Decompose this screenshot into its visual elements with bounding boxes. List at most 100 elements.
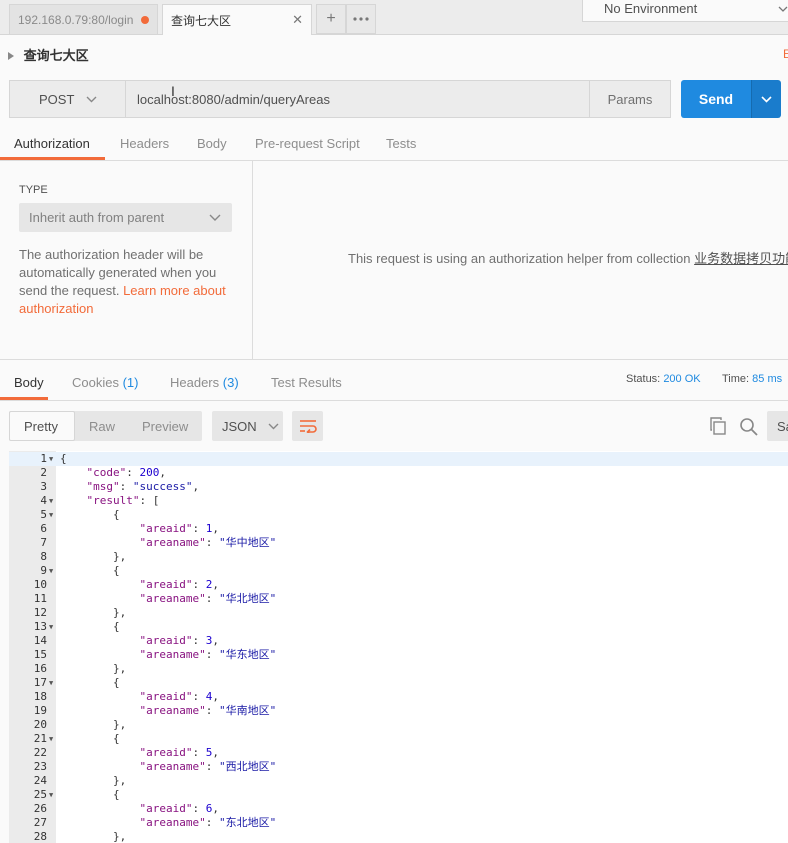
- line-number: 18: [33, 690, 47, 703]
- request-name[interactable]: 查询七大区: [8, 45, 89, 64]
- code-text: {: [60, 676, 120, 689]
- chevron-down-icon: [86, 96, 97, 102]
- fold-arrow-icon[interactable]: ▼: [49, 508, 53, 522]
- code-text: "areaid": 4,: [139, 690, 219, 703]
- tab-login[interactable]: 192.168.0.79:80/login: [9, 4, 158, 34]
- fold-arrow-icon[interactable]: ▼: [49, 676, 53, 690]
- code-line: 24 },: [9, 774, 788, 788]
- code-line: 26 "areaid": 6,: [9, 802, 788, 816]
- code-line: 6 "areaid": 1,: [9, 522, 788, 536]
- code-line: 14 "areaid": 3,: [9, 634, 788, 648]
- save-label: Save: [777, 419, 788, 434]
- plus-icon[interactable]: +: [316, 4, 346, 34]
- response-tab-label: Cookies: [72, 375, 119, 390]
- line-number: 3: [40, 480, 47, 493]
- line-number: 24: [33, 774, 47, 787]
- save-response-button[interactable]: Save: [767, 411, 788, 441]
- code-line: 17 ▼ {: [9, 676, 788, 690]
- auth-type-select[interactable]: Inherit auth from parent: [19, 203, 232, 232]
- close-tab-icon[interactable]: ✕: [292, 12, 303, 28]
- response-tab-headers[interactable]: Headers (3): [170, 375, 239, 390]
- ellipsis-icon[interactable]: [346, 4, 376, 34]
- line-number: 15: [33, 648, 47, 661]
- fold-arrow-icon[interactable]: ▼: [49, 732, 53, 746]
- send-label: Send: [698, 91, 734, 107]
- code-line: 5 ▼ {: [9, 508, 788, 522]
- request-name-label: 查询七大区: [23, 48, 89, 63]
- fold-arrow-icon[interactable]: ▼: [49, 788, 53, 802]
- params-button[interactable]: Params: [589, 80, 671, 118]
- fold-arrow-icon[interactable]: ▼: [49, 452, 53, 466]
- url-input[interactable]: localhost:8080/admin/queryAreas: [125, 80, 590, 118]
- fold-arrow-icon[interactable]: ▼: [49, 494, 53, 508]
- auth-type-value: Inherit auth from parent: [29, 210, 165, 225]
- code-line: 19 "areaname": "华南地区": [9, 704, 788, 718]
- code-line: 20 },: [9, 718, 788, 732]
- fold-arrow-icon[interactable]: ▼: [49, 620, 53, 634]
- method-label: POST: [39, 91, 75, 107]
- chevron-down-icon: [209, 214, 221, 221]
- code-text: {: [60, 620, 120, 633]
- code-line: 10 "areaid": 2,: [9, 578, 788, 592]
- wrap-lines-button[interactable]: [292, 411, 323, 441]
- tab-label: 查询七大区: [171, 13, 232, 28]
- code-text: "result": [: [86, 494, 160, 507]
- unsaved-dot-icon: [141, 15, 149, 24]
- code-line: 13 ▼ {: [9, 620, 788, 634]
- line-number: 26: [33, 802, 47, 815]
- collection-link[interactable]: 业务数据拷贝功能: [694, 251, 788, 266]
- response-tab-cookies[interactable]: Cookies (1): [72, 375, 138, 390]
- code-text: "areaname": "华北地区": [139, 592, 277, 605]
- code-text: },: [60, 550, 127, 563]
- code-text: {: [60, 788, 120, 801]
- tab-authorization[interactable]: Authorization: [14, 136, 90, 151]
- search-icon[interactable]: [739, 417, 758, 439]
- tab-tests[interactable]: Tests: [386, 136, 416, 151]
- copy-icon[interactable]: [709, 417, 727, 438]
- panel-divider: [252, 161, 253, 359]
- line-number: 17: [33, 676, 47, 689]
- pretty-button[interactable]: Pretty: [24, 419, 58, 434]
- fold-arrow-icon[interactable]: ▼: [49, 564, 53, 578]
- send-options-button[interactable]: [751, 80, 781, 118]
- line-number: 5: [40, 508, 47, 521]
- view-mode-group: Pretty Raw Preview: [9, 411, 202, 441]
- line-number: 25: [33, 788, 47, 801]
- code-line: 18 "areaid": 4,: [9, 690, 788, 704]
- raw-button[interactable]: Raw: [89, 419, 115, 434]
- environment-select[interactable]: No Environment: [582, 0, 788, 22]
- line-number: 11: [33, 592, 47, 605]
- code-line: 25 ▼ {: [9, 788, 788, 802]
- line-number: 8: [40, 550, 47, 563]
- status-value: 200 OK: [663, 373, 701, 385]
- code-text: "areaid": 3,: [139, 634, 219, 647]
- tab-query-areas[interactable]: 查询七大区 ✕: [162, 4, 312, 35]
- tab-body[interactable]: Body: [197, 136, 227, 151]
- response-time: Time: 85 ms: [722, 373, 782, 385]
- code-line: 23 "areaname": "西北地区": [9, 760, 788, 774]
- code-line: 1 ▼ {: [9, 452, 788, 466]
- code-line: 7 "areaname": "华中地区": [9, 536, 788, 550]
- time-value: 85 ms: [752, 373, 783, 385]
- tab-headers[interactable]: Headers: [120, 136, 169, 151]
- send-button[interactable]: Send: [681, 80, 751, 118]
- response-body-editor[interactable]: 1 ▼{2 "code": 200, 3 "msg": "success", 4 ▼ "…: [9, 451, 788, 843]
- preview-button[interactable]: Preview: [142, 419, 188, 434]
- response-tab-body[interactable]: Body: [14, 375, 44, 390]
- url-value: localhost:8080/admin/queryAreas: [137, 92, 330, 107]
- code-text: },: [60, 606, 127, 619]
- response-tab-test-results[interactable]: Test Results: [271, 375, 342, 390]
- tab-pre-request-script[interactable]: Pre-request Script: [255, 136, 360, 151]
- edit-icon[interactable]: E: [783, 47, 788, 61]
- divider: [0, 160, 788, 161]
- line-number: 23: [33, 760, 47, 773]
- line-number: 14: [33, 634, 47, 647]
- format-select[interactable]: JSON: [212, 411, 283, 441]
- caret-right-icon: [8, 52, 14, 60]
- method-select[interactable]: POST: [9, 80, 125, 118]
- wrap-lines-icon: [299, 420, 317, 433]
- code-text: "msg": "success",: [86, 480, 200, 493]
- code-text: {: [60, 452, 67, 465]
- divider: [0, 400, 788, 401]
- code-line: 21 ▼ {: [9, 732, 788, 746]
